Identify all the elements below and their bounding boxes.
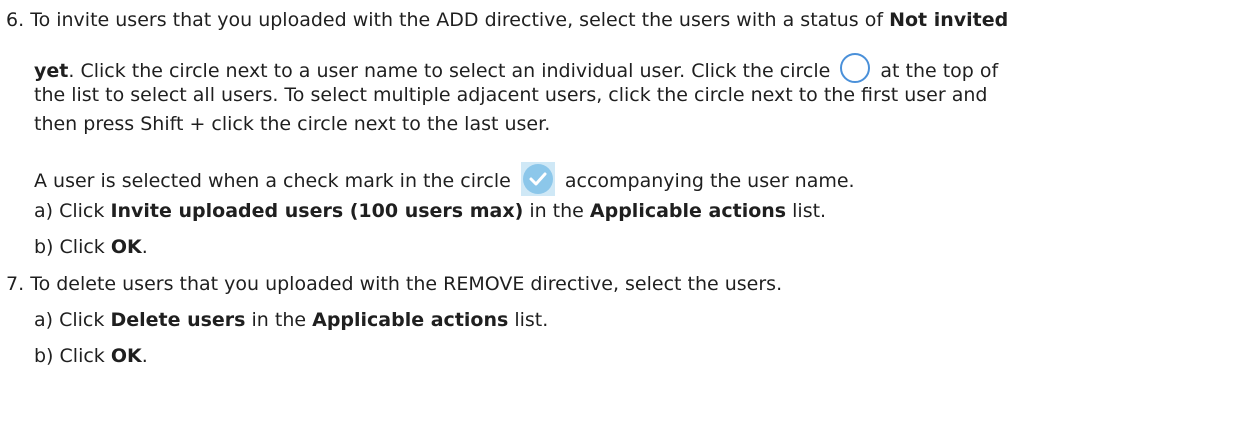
ok-ref: OK [110,236,142,258]
step-7-substep-a: a) Click Delete users in the Applicable … [34,309,549,331]
applicable-actions-list-ref: Applicable actions [312,309,509,331]
step-6-line-2: yet. Click the circle next to a user nam… [34,53,998,84]
step-7-number: 7. [6,273,25,295]
step-7-line-1: 7. To delete users that you uploaded wit… [6,273,783,295]
step-6-line-3: the list to select all users. To select … [34,84,988,106]
invite-uploaded-users-action: Invite uploaded users (100 users max) [110,200,524,222]
step-6-line-1: 6. To invite users that you uploaded wit… [6,9,1009,31]
step-6-line-4: then press Shift + click the circle next… [34,113,551,135]
step-6-substep-b: b) Click OK. [34,236,148,258]
status-not-invited: Not invited [889,9,1009,31]
applicable-actions-list-ref: Applicable actions [589,200,787,222]
empty-circle-icon [840,53,871,83]
step-6-line-5: A user is selected when a check mark in … [34,162,855,196]
delete-users-action: Delete users [110,309,246,331]
step-7-substep-b: b) Click OK. [34,345,148,367]
step-6-substep-a: a) Click Invite uploaded users (100 user… [34,200,827,222]
checked-circle-icon [520,162,555,196]
ok-ref: OK [110,345,142,367]
step-6-number: 6. [6,9,25,31]
